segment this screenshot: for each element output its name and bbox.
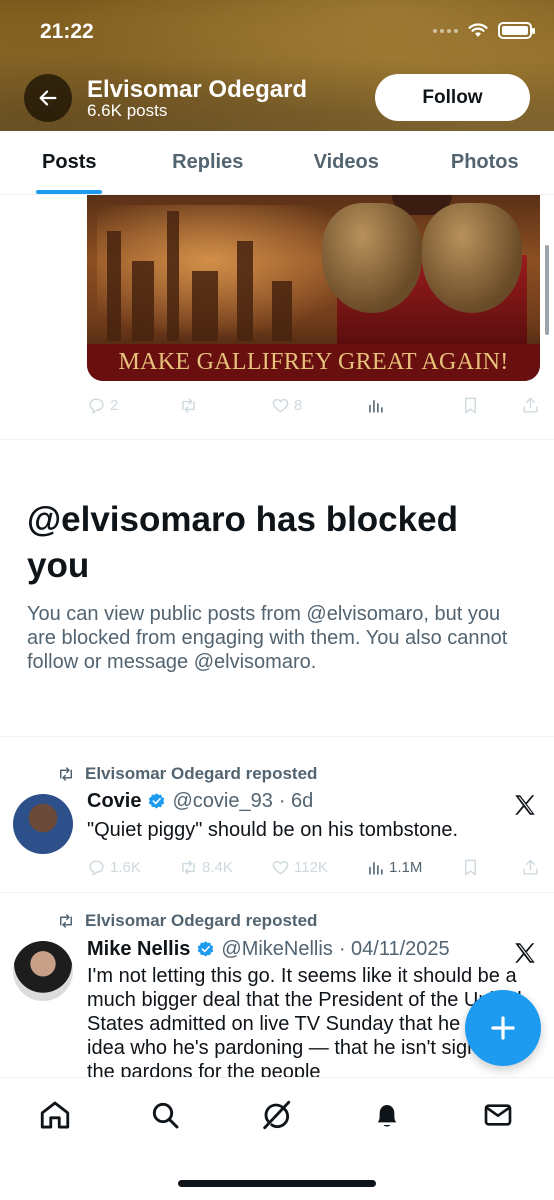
tab-posts[interactable]: Posts xyxy=(0,131,139,194)
views-icon xyxy=(369,399,383,413)
share-button[interactable] xyxy=(521,396,540,415)
reply-count: 2 xyxy=(110,396,119,414)
profile-header: 21:22 Elvisomar Odegard 6.6K posts Follo… xyxy=(0,0,554,131)
status-time: 21:22 xyxy=(40,20,94,43)
views-button[interactable]: 1.1M xyxy=(366,858,461,877)
share-button[interactable] xyxy=(521,858,540,877)
follow-button[interactable]: Follow xyxy=(375,74,530,121)
repost-label-text: Elvisomar Odegard reposted xyxy=(85,764,318,783)
x-logo-icon xyxy=(515,943,535,963)
retweet-icon xyxy=(60,914,72,928)
retweet-button[interactable]: 8.4K xyxy=(179,858,271,877)
author-handle[interactable]: @covie_93 xyxy=(172,790,272,813)
mail-icon xyxy=(484,1104,512,1126)
nav-notifications[interactable] xyxy=(367,1095,407,1135)
share-icon xyxy=(523,397,538,413)
post-media-image[interactable]: MAKE GALLIFREY GREAT AGAIN! xyxy=(87,195,540,381)
blocked-description: You can view public posts from @elvisoma… xyxy=(27,603,508,673)
nav-grok[interactable] xyxy=(256,1095,296,1135)
back-button[interactable] xyxy=(24,74,72,122)
plus-icon xyxy=(491,1016,515,1040)
reply-count: 1.6K xyxy=(110,858,141,876)
verified-badge-icon xyxy=(149,793,165,809)
reply-button[interactable]: 2 xyxy=(87,396,179,415)
battery-icon xyxy=(498,22,535,39)
heart-icon xyxy=(272,860,289,875)
x-logo-icon xyxy=(515,795,535,815)
image-banner-text: MAKE GALLIFREY GREAT AGAIN! xyxy=(87,344,540,381)
repost-label[interactable]: Elvisomar Odegard reposted xyxy=(56,911,317,931)
arrow-left-icon xyxy=(39,90,57,106)
wifi-icon xyxy=(468,23,488,37)
compose-button[interactable] xyxy=(465,990,541,1066)
verified-badge-icon xyxy=(198,941,214,957)
tab-photos[interactable]: Photos xyxy=(416,131,554,194)
post-actions: 2 8 xyxy=(87,390,540,420)
profile-tabs: Posts Replies Videos Photos xyxy=(0,131,554,195)
blocked-title: @elvisomaro has blocked you xyxy=(27,500,458,585)
signal-icon xyxy=(433,28,458,33)
bookmark-button[interactable] xyxy=(461,396,521,415)
avatar[interactable] xyxy=(13,794,73,854)
scrollbar[interactable] xyxy=(545,245,549,335)
retweet-button[interactable] xyxy=(179,396,271,415)
divider xyxy=(0,892,554,893)
reply-icon xyxy=(89,397,104,414)
nav-home[interactable] xyxy=(35,1095,75,1135)
profile-name: Elvisomar Odegard xyxy=(87,76,308,103)
share-icon xyxy=(523,859,538,875)
divider xyxy=(0,439,554,440)
nav-search[interactable] xyxy=(145,1095,185,1135)
like-count: 112K xyxy=(294,858,328,876)
tweet-header: Covie @covie_93 · 6d xyxy=(87,790,313,813)
post-actions: 1.6K 8.4K 112K 1.1M xyxy=(87,852,540,882)
home-indicator xyxy=(178,1180,376,1187)
bell-icon xyxy=(377,1105,397,1127)
avatar[interactable] xyxy=(13,941,73,1001)
search-icon xyxy=(152,1102,179,1129)
views-icon xyxy=(369,861,383,875)
author-name[interactable]: Mike Nellis xyxy=(87,938,190,961)
tweet-time: · 04/11/2025 xyxy=(338,938,450,960)
tweet-text: "Quiet piggy" should be on his tombstone… xyxy=(87,819,459,841)
retweet-icon xyxy=(182,397,195,413)
divider xyxy=(0,736,554,737)
grok-icon xyxy=(263,1100,291,1130)
tweet-header: Mike Nellis @MikeNellis · 04/11/2025 xyxy=(87,938,450,961)
author-handle[interactable]: @MikeNellis xyxy=(221,938,332,961)
author-name[interactable]: Covie xyxy=(87,790,141,813)
heart-icon xyxy=(272,398,289,413)
home-icon xyxy=(40,1101,70,1129)
tweet-time: · 6d xyxy=(278,790,314,812)
retweet-count: 8.4K xyxy=(202,858,233,876)
retweet-icon xyxy=(182,859,195,875)
reply-button[interactable]: 1.6K xyxy=(87,858,179,877)
like-button[interactable]: 8 xyxy=(271,396,366,415)
repost-label-text: Elvisomar Odegard reposted xyxy=(85,911,318,930)
profile-posts-count: 6.6K posts xyxy=(87,101,168,120)
status-icons xyxy=(433,22,535,39)
bookmark-icon xyxy=(465,397,476,413)
like-count: 8 xyxy=(294,396,303,414)
tab-videos[interactable]: Videos xyxy=(277,131,416,194)
tab-replies[interactable]: Replies xyxy=(139,131,278,194)
nav-messages[interactable] xyxy=(478,1095,518,1135)
bookmark-icon xyxy=(465,859,476,875)
views-count: 1.1M xyxy=(389,858,423,876)
views-button[interactable] xyxy=(366,396,461,415)
retweet-icon xyxy=(60,767,72,781)
like-button[interactable]: 112K xyxy=(271,858,366,877)
bookmark-button[interactable] xyxy=(461,858,521,877)
repost-label[interactable]: Elvisomar Odegard reposted xyxy=(56,764,317,784)
reply-icon xyxy=(89,859,104,876)
